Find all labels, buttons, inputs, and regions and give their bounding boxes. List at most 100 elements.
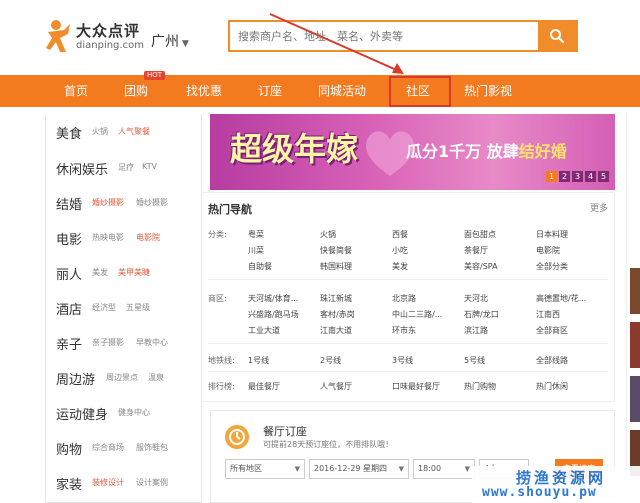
hotnav-link[interactable]: 面包甜点 xyxy=(464,229,496,240)
hotnav-link[interactable]: 川菜 xyxy=(248,245,264,256)
category-sub-link[interactable]: 电影院 xyxy=(136,232,160,243)
category-sub-link[interactable]: 美发 xyxy=(92,267,108,278)
category-label[interactable]: 美食 xyxy=(56,123,82,142)
category-label[interactable]: 休闲娱乐 xyxy=(56,159,108,178)
category-sub-link[interactable]: 温泉 xyxy=(148,372,164,383)
nav-deals[interactable]: 找优惠 xyxy=(186,75,222,107)
hotnav-link[interactable]: 中山二三路/... xyxy=(392,309,442,320)
hotnav-link[interactable]: 热门购物 xyxy=(464,381,496,392)
hotnav-link[interactable]: 最佳餐厅 xyxy=(248,381,280,392)
category-sub-link[interactable]: 火锅 xyxy=(92,126,108,137)
category-sub-link[interactable]: 婚纱摄影 xyxy=(92,197,124,208)
hotnav-link[interactable]: 美容/SPA xyxy=(464,261,498,272)
area-select[interactable]: 所有地区 ▼ xyxy=(225,459,305,479)
category-sub-link[interactable]: 经济型 xyxy=(92,302,116,313)
right-thumbnail[interactable] xyxy=(630,376,640,422)
hotnav-link[interactable]: 兴盛路/跑马场 xyxy=(248,309,299,320)
category-sub-link[interactable]: 装修设计 xyxy=(92,477,124,488)
hotnav-link[interactable]: 天河北 xyxy=(464,293,488,304)
category-food: 美食 火锅 人气聚餐 xyxy=(46,114,203,148)
hotnav-link[interactable]: 天河城/体育... xyxy=(248,293,298,304)
search-input[interactable] xyxy=(230,22,538,50)
hotnav-link[interactable]: 珠江新城 xyxy=(320,293,352,304)
hotnav-link[interactable]: 环市东 xyxy=(392,325,416,336)
hotnav-link[interactable]: 全部商区 xyxy=(536,325,568,336)
category-sub-link[interactable]: KTV xyxy=(142,162,157,171)
category-sub-link[interactable]: 健身中心 xyxy=(118,407,150,418)
hotnav-link[interactable]: 美发 xyxy=(392,261,408,272)
category-sub-link[interactable]: 综合商场 xyxy=(92,442,124,453)
hotnav-link[interactable]: 快餐简餐 xyxy=(320,245,352,256)
logo-text-cn: 大众点评 xyxy=(76,22,141,40)
nav-reserve[interactable]: 订座 xyxy=(258,75,282,107)
pager-dot[interactable]: 2 xyxy=(559,171,570,182)
hotnav-link[interactable]: 人气餐厅 xyxy=(320,381,352,392)
category-label[interactable]: 结婚 xyxy=(56,194,82,213)
category-sub-link[interactable]: 服饰鞋包 xyxy=(136,442,168,453)
category-label[interactable]: 运动健身 xyxy=(56,404,108,423)
hotnav-link[interactable]: 韩国料理 xyxy=(320,261,352,272)
hot-navigation-panel: 热门导航 更多 分类: 粤菜 火锅 西餐 面包甜点 日本料理 川菜 快餐简餐 小… xyxy=(202,192,615,402)
nav-community[interactable]: 社区 xyxy=(406,75,430,107)
hotnav-link[interactable]: 火锅 xyxy=(320,229,336,240)
hotnav-link[interactable]: 石牌/龙口 xyxy=(464,309,499,320)
pager-dot[interactable]: 3 xyxy=(572,171,583,182)
category-label[interactable]: 电影 xyxy=(56,229,82,248)
nav-group-buy[interactable]: HOT 团购 xyxy=(124,71,166,107)
hotnav-link[interactable]: 江南大道 xyxy=(320,325,352,336)
hotnav-link[interactable]: 高德置地/花... xyxy=(536,293,586,304)
category-label[interactable]: 丽人 xyxy=(56,264,82,283)
hotnav-link[interactable]: 热门休闲 xyxy=(536,381,568,392)
hotnav-link[interactable]: 北京路 xyxy=(392,293,416,304)
city-selector[interactable]: 广州 ▼ xyxy=(151,31,189,51)
category-sub-link[interactable]: 婚纱摄影 xyxy=(136,197,168,208)
hotnav-link[interactable]: 日本料理 xyxy=(536,229,568,240)
hotnav-link[interactable]: 粤菜 xyxy=(248,229,264,240)
hotnav-link[interactable]: 5号线 xyxy=(464,355,485,366)
hotnav-link[interactable]: 客村/赤岗 xyxy=(320,309,355,320)
nav-hot-films[interactable]: 热门影视 xyxy=(464,75,512,107)
hotnav-link[interactable]: 口味最好餐厅 xyxy=(392,381,440,392)
category-sub-link[interactable]: 美甲美睫 xyxy=(118,267,150,278)
pager-dot[interactable]: 1 xyxy=(546,171,557,182)
category-label[interactable]: 亲子 xyxy=(56,334,82,353)
category-label[interactable]: 周边游 xyxy=(56,369,95,388)
nav-local-events[interactable]: 同城活动 xyxy=(318,75,366,107)
hotnav-link[interactable]: 茶餐厅 xyxy=(464,245,488,256)
category-label[interactable]: 酒店 xyxy=(56,299,82,318)
hotnav-link[interactable]: 电影院 xyxy=(536,245,560,256)
category-sub-link[interactable]: 足疗 xyxy=(118,162,134,173)
search-button[interactable] xyxy=(538,22,576,50)
hotnav-link[interactable]: 工业大道 xyxy=(248,325,280,336)
hotnav-link[interactable]: 西餐 xyxy=(392,229,408,240)
right-thumbnail[interactable] xyxy=(630,322,640,368)
date-select[interactable]: 2016-12-29 星期四 ▼ xyxy=(309,459,409,479)
pager-dot[interactable]: 4 xyxy=(585,171,596,182)
right-thumbnail[interactable] xyxy=(630,268,640,314)
hotnav-link[interactable]: 小吃 xyxy=(392,245,408,256)
time-select[interactable]: 18:00 ▼ xyxy=(413,459,475,479)
hotnav-link[interactable]: 江南西 xyxy=(536,309,560,320)
hotnav-link[interactable]: 3号线 xyxy=(392,355,413,366)
dianping-logo[interactable]: 大众点评 dianping.com xyxy=(44,18,154,58)
category-sub-link[interactable]: 亲子摄影 xyxy=(92,337,124,348)
watermark-url: www.shouyu.pw xyxy=(482,485,597,500)
hotnav-link[interactable]: 自助餐 xyxy=(248,261,272,272)
category-sub-link[interactable]: 早教中心 xyxy=(136,337,168,348)
category-sub-link[interactable]: 设计案例 xyxy=(136,477,168,488)
category-label[interactable]: 家装 xyxy=(56,474,82,493)
pager-dot[interactable]: 5 xyxy=(598,171,609,182)
category-sub-link[interactable]: 人气聚餐 xyxy=(118,126,150,137)
hotnav-link[interactable]: 1号线 xyxy=(248,355,269,366)
hotnav-link[interactable]: 滨江路 xyxy=(464,325,488,336)
category-label[interactable]: 购物 xyxy=(56,439,82,458)
hotnav-link[interactable]: 全部线路 xyxy=(536,355,568,366)
category-sub-link[interactable]: 热映电影 xyxy=(92,232,124,243)
promo-banner[interactable]: 超级年嫁 瓜分1千万 放肆结好婚 1 2 3 4 5 xyxy=(210,114,615,190)
hotnav-more-link[interactable]: 更多 xyxy=(590,201,608,214)
category-sub-link[interactable]: 周边景点 xyxy=(106,372,138,383)
nav-home[interactable]: 首页 xyxy=(64,75,88,107)
hotnav-link[interactable]: 2号线 xyxy=(320,355,341,366)
category-sub-link[interactable]: 五星级 xyxy=(126,302,150,313)
hotnav-link[interactable]: 全部分类 xyxy=(536,261,568,272)
